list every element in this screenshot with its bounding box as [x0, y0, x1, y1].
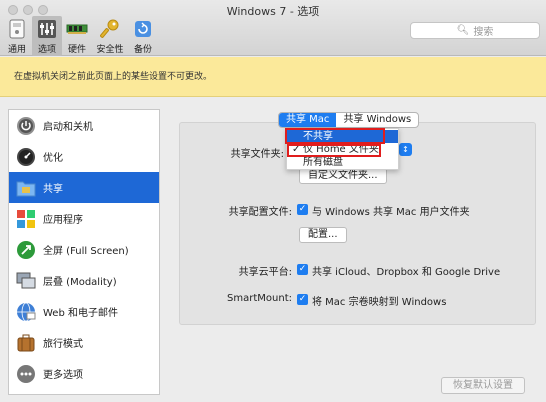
fullscreen-icon — [15, 239, 37, 261]
sidebar-item-startup[interactable]: 启动和关机 — [9, 110, 159, 141]
sidebar-item-more-options[interactable]: 更多选项 — [9, 358, 159, 389]
toolbar-security-label: 安全性 — [96, 45, 124, 55]
speedometer-icon — [15, 146, 37, 168]
sidebar-item-travel-mode[interactable]: 旅行模式 — [9, 327, 159, 358]
search-icon: 🔍︎ — [456, 25, 470, 36]
toolbar: 通用 选项 硬件 安全性 备份 — [2, 16, 158, 56]
annotation-box-no-share — [285, 128, 385, 144]
search-field[interactable]: 🔍︎ 搜索 — [410, 22, 540, 39]
sidebar-item-sharing[interactable]: 共享 — [9, 172, 159, 203]
sidebar-item-fullscreen[interactable]: 全屏 (Full Screen) — [9, 234, 159, 265]
share-folders-label: 共享文件夹: — [230, 149, 284, 160]
share-cloud-text: 共享 iCloud、Dropbox 和 Google Drive — [312, 267, 501, 278]
toolbar-options-label: 选项 — [37, 45, 56, 55]
sidebar-item-web-email[interactable]: Web 和电子邮件 — [9, 296, 159, 327]
sidebar-item-label: 应用程序 — [43, 215, 83, 226]
sidebar-item-label: 层叠 (Modality) — [43, 277, 117, 288]
sidebar-item-label: Web 和电子邮件 — [43, 308, 118, 319]
power-icon — [15, 115, 37, 137]
general-icon — [6, 18, 28, 40]
toolbar-backup[interactable]: 备份 — [128, 16, 158, 56]
share-profile-label: 共享配置文件: — [228, 207, 292, 218]
share-segmented-control: 共享 Mac 共享 Windows — [278, 112, 420, 128]
backup-icon — [132, 18, 154, 40]
smartmount-label: SmartMount: — [227, 293, 292, 304]
toolbar-security[interactable]: 安全性 — [92, 16, 128, 56]
menu-item-all-disks[interactable]: 所有磁盘 — [287, 156, 398, 169]
modality-icon — [15, 270, 37, 292]
globe-icon — [15, 301, 37, 323]
title-bar: Windows 7 - 选项 通用 选项 硬件 安全性 备份 🔍︎ 搜索 — [0, 0, 546, 56]
sidebar-item-label: 全屏 (Full Screen) — [43, 246, 129, 257]
custom-folders-button[interactable]: 自定义文件夹... — [299, 168, 387, 184]
sidebar-item-optimize[interactable]: 优化 — [9, 141, 159, 172]
share-profile-checkbox[interactable]: ✓ — [297, 204, 308, 215]
hardware-icon — [66, 18, 88, 40]
toolbar-hardware-label: 硬件 — [67, 45, 86, 55]
folder-icon — [15, 177, 37, 199]
sidebar-item-label: 启动和关机 — [43, 122, 93, 133]
warning-text: 在虚拟机关闭之前此页面上的某些设置不可更改。 — [14, 72, 213, 82]
sidebar-item-label: 共享 — [43, 184, 63, 195]
suitcase-icon — [15, 332, 37, 354]
options-icon — [36, 18, 58, 40]
profile-config-button[interactable]: 配置... — [299, 227, 347, 243]
key-icon — [99, 18, 121, 40]
smartmount-checkbox[interactable]: ✓ — [297, 294, 308, 305]
menu-item-label: 所有磁盘 — [303, 157, 343, 168]
annotation-box-home-only — [287, 144, 381, 157]
toolbar-backup-label: 备份 — [133, 45, 152, 55]
share-cloud-label: 共享云平台: — [238, 267, 292, 278]
toolbar-general-label: 通用 — [7, 45, 26, 55]
smartmount-text: 将 Mac 宗卷映射到 Windows — [312, 297, 447, 308]
more-icon — [15, 363, 37, 385]
sidebar-item-label: 更多选项 — [43, 370, 83, 381]
windows-apps-icon — [15, 208, 37, 230]
sidebar-item-label: 旅行模式 — [43, 339, 83, 350]
search-placeholder: 搜索 — [473, 27, 494, 38]
toolbar-options[interactable]: 选项 — [32, 16, 62, 56]
warning-banner: 在虚拟机关闭之前此页面上的某些设置不可更改。 — [0, 57, 546, 97]
sidebar-item-applications[interactable]: 应用程序 — [9, 203, 159, 234]
sidebar-item-modality[interactable]: 层叠 (Modality) — [9, 265, 159, 296]
tab-share-mac[interactable]: 共享 Mac — [279, 113, 337, 127]
toolbar-hardware[interactable]: 硬件 — [62, 16, 92, 56]
share-cloud-checkbox[interactable]: ✓ — [297, 264, 308, 275]
restore-defaults-button[interactable]: 恢复默认设置 — [441, 377, 525, 394]
tab-share-windows[interactable]: 共享 Windows — [336, 113, 418, 127]
share-folders-popup-arrow[interactable]: ↕ — [399, 143, 412, 156]
toolbar-general[interactable]: 通用 — [2, 16, 32, 56]
sidebar-item-label: 优化 — [43, 153, 63, 164]
share-profile-text: 与 Windows 共享 Mac 用户文件夹 — [312, 207, 470, 218]
sidebar: 启动和关机 优化 共享 应用程序 全屏 (Full Screen) 层叠 (Mo… — [8, 109, 160, 395]
